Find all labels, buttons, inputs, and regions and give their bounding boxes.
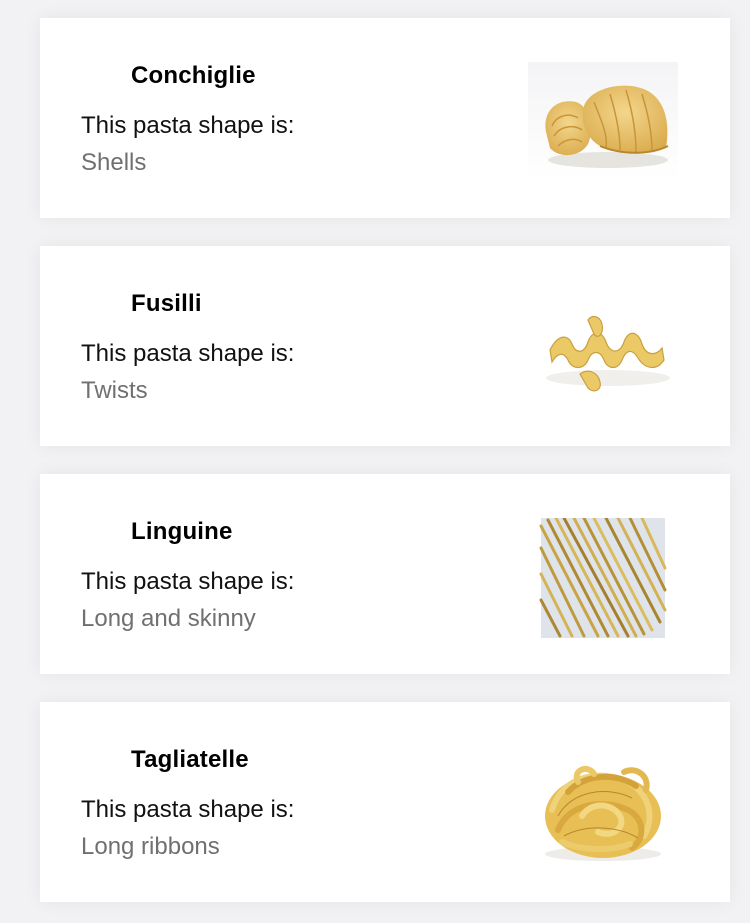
fusilli-image — [528, 290, 678, 410]
shape-prefix-label: This pasta shape is: — [81, 796, 295, 823]
shape-prefix-label: This pasta shape is: — [81, 340, 295, 367]
pasta-card-conchiglie[interactable]: Conchiglie This pasta shape is: Shells — [40, 18, 730, 218]
pasta-name: Conchiglie — [131, 62, 256, 89]
shape-description: Twists — [81, 377, 148, 404]
shape-description: Long ribbons — [81, 833, 220, 860]
shape-prefix-label: This pasta shape is: — [81, 112, 295, 139]
pasta-card-linguine[interactable]: Linguine This pasta shape is: Long and s… — [40, 474, 730, 674]
pasta-name: Tagliatelle — [131, 746, 249, 773]
shape-description: Long and skinny — [81, 605, 256, 632]
pasta-list: Conchiglie This pasta shape is: Shells F… — [0, 0, 750, 923]
conchiglie-image — [528, 62, 678, 182]
pasta-name: Linguine — [131, 518, 233, 545]
pasta-card-tagliatelle[interactable]: Tagliatelle This pasta shape is: Long ri… — [40, 702, 730, 902]
pasta-card-fusilli[interactable]: Fusilli This pasta shape is: Twists — [40, 246, 730, 446]
shape-description: Shells — [81, 149, 147, 176]
tagliatelle-image — [528, 746, 678, 866]
shape-prefix-label: This pasta shape is: — [81, 568, 295, 595]
pasta-name: Fusilli — [131, 290, 202, 317]
linguine-image — [528, 518, 678, 638]
